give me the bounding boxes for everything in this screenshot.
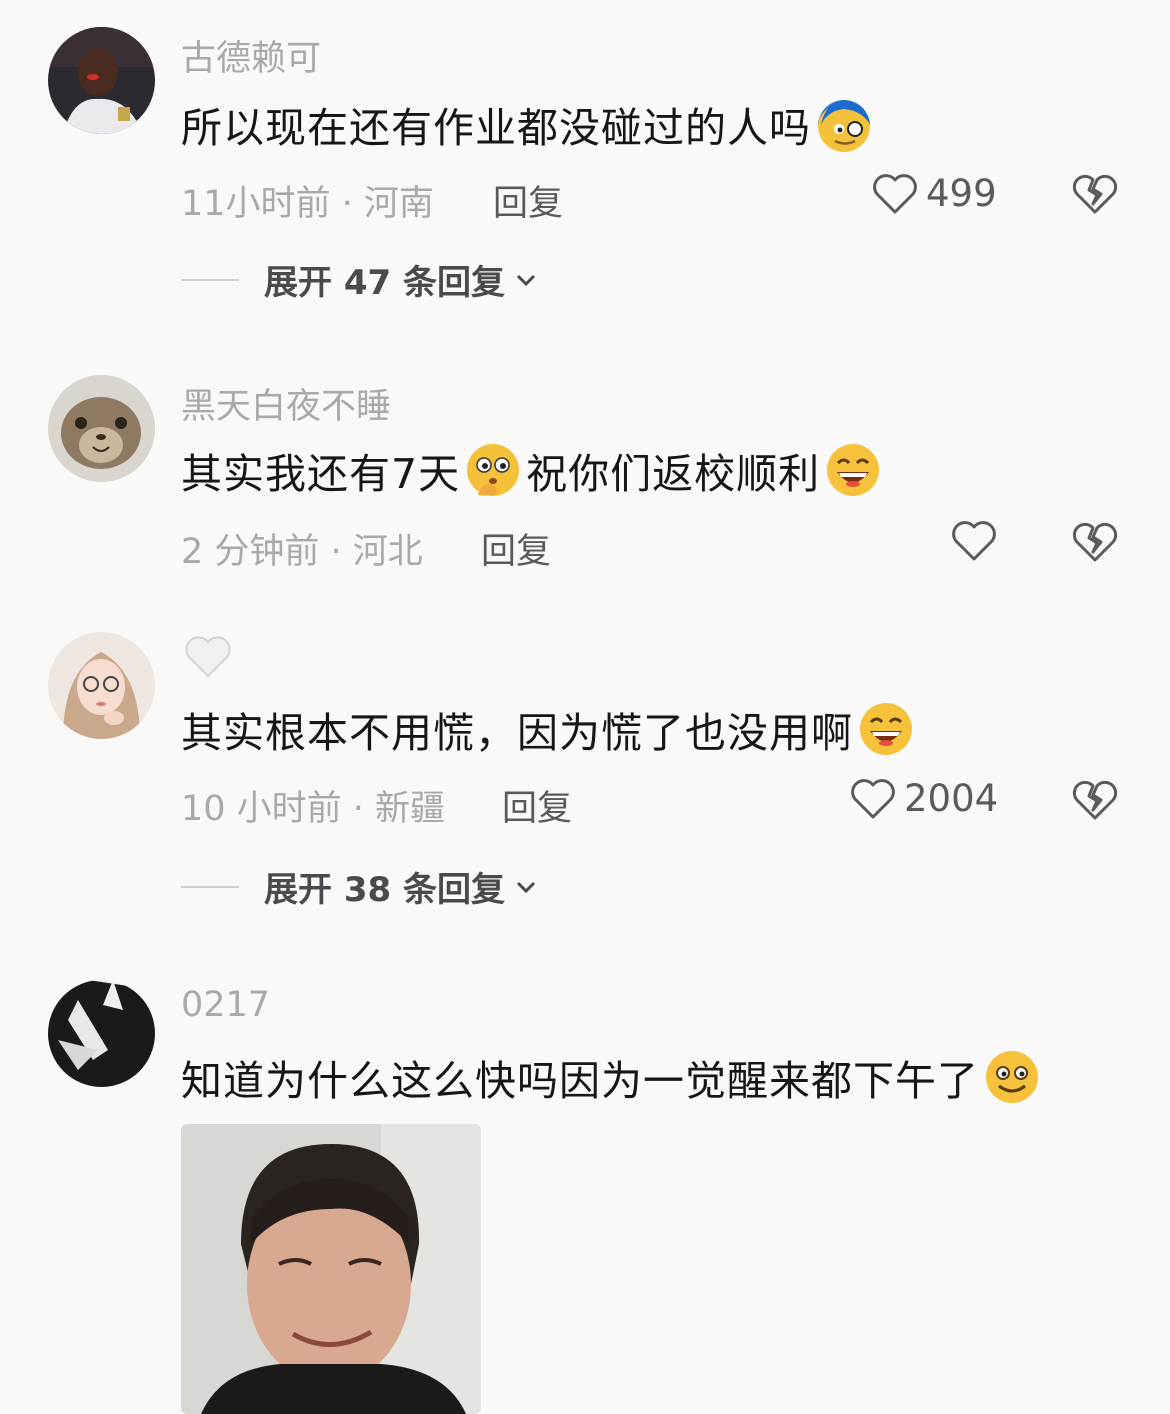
comment-body-continued: 祝你们返校顺利 [526,450,821,498]
author-name[interactable]: 黑天白夜不睡 [181,378,391,429]
expand-replies-button[interactable]: 展开 47 条回复 [181,255,539,304]
author-name[interactable]: 古德赖可 [181,30,321,81]
expand-replies-button[interactable]: 展开 38 条回复 [181,862,539,911]
thinking-face-emoji [467,444,520,496]
like-button[interactable]: 499 [872,172,997,215]
like-button[interactable]: 2004 [850,777,998,820]
broken-heart-icon[interactable] [1072,172,1118,216]
reply-button[interactable]: 回复 [493,175,563,226]
like-button[interactable] [951,520,1005,562]
like-count: 499 [926,172,997,215]
chevron-down-icon [516,274,536,286]
comment-body: 知道为什么这么快吗因为一觉醒来都下午了 [181,1057,979,1105]
avatar[interactable] [48,27,155,134]
avatar[interactable] [48,632,155,739]
white-heart-icon [185,636,231,678]
expand-replies-label: 展开 38 条回复 [264,870,505,910]
heart-icon [873,173,917,213]
reply-button[interactable]: 回复 [481,523,551,574]
avatar[interactable] [48,375,155,482]
comment-body: 其实根本不用慌，因为慌了也没用啊 [181,709,853,757]
broken-heart-icon[interactable] [1072,778,1118,822]
grinning-face-emoji [860,703,912,755]
reply-button[interactable]: 回复 [502,780,572,831]
heart-icon [851,778,895,818]
comment-text: 其实我还有7天 祝你们返校顺利 [181,440,882,500]
chevron-down-icon [516,881,536,893]
divider-line [181,885,239,888]
like-count: 2004 [904,777,999,820]
meme-photo[interactable] [181,1124,481,1414]
timestamp-location: 11小时前 · 河南 [181,184,434,224]
comment-text: 所以现在还有作业都没碰过的人吗 [181,94,873,154]
comment-body: 所以现在还有作业都没碰过的人吗 [181,104,811,152]
broken-heart-icon[interactable] [1072,520,1118,564]
avatar[interactable] [48,980,155,1087]
comment-body: 其实我还有7天 [181,450,461,498]
silly-smile-emoji [986,1051,1038,1103]
comment-text: 其实根本不用慌，因为慌了也没用啊 [181,699,915,759]
author-name[interactable]: 0217 [181,985,270,1025]
timestamp-location: 2 分钟前 · 河北 [181,532,423,572]
comment-text: 知道为什么这么快吗因为一觉醒来都下午了 [181,1047,1041,1107]
heart-icon [952,521,996,561]
timestamp-location: 10 小时前 · 新疆 [181,789,446,829]
divider-line [181,278,239,281]
nervous-blue-face-emoji [818,100,870,152]
grinning-face-emoji [827,444,880,496]
expand-replies-label: 展开 47 条回复 [264,263,505,303]
